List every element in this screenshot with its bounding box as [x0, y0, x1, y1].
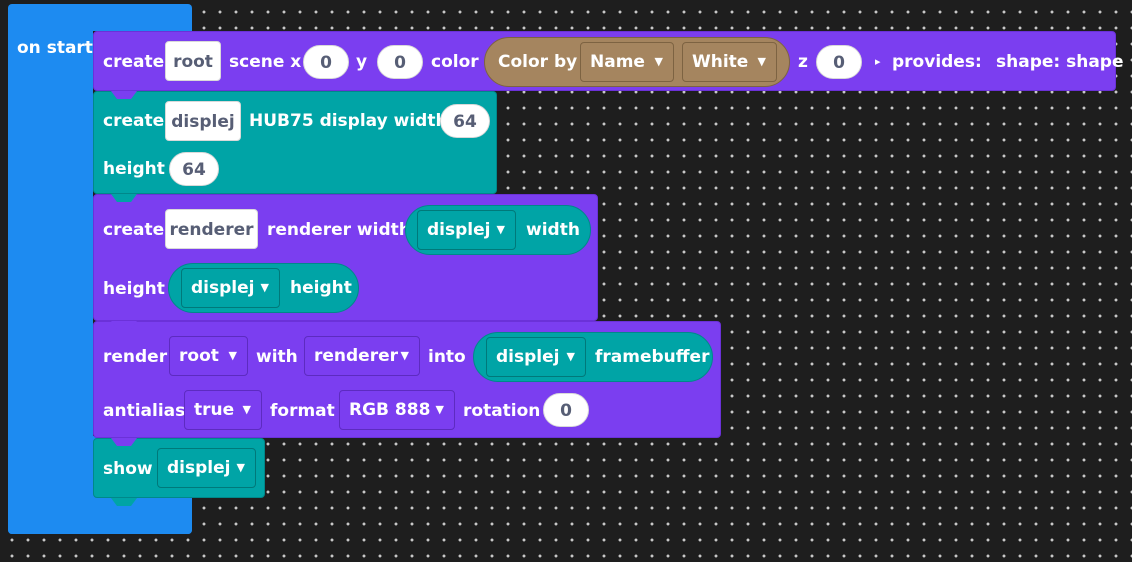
format-dropdown[interactable]: RGB 888 ▼: [339, 390, 455, 430]
z-input[interactable]: 0: [816, 45, 862, 79]
create-renderer-block[interactable]: create renderer renderer width displej ▼…: [93, 194, 598, 321]
framebuffer-property-label: framebuffer: [595, 347, 710, 367]
y-input[interactable]: 0: [377, 45, 423, 79]
show-label: show: [103, 459, 153, 479]
z-label: z: [798, 52, 808, 72]
framebuffer-reporter[interactable]: displej ▼ framebuffer: [473, 332, 713, 382]
antialias-value: true: [194, 400, 235, 420]
chevron-down-icon: ▼: [496, 223, 505, 236]
color-label: color: [431, 52, 479, 72]
create-display-block[interactable]: create displej HUB75 display width 64 he…: [93, 91, 497, 194]
hub75-width-label: HUB75 display width: [249, 111, 448, 131]
connector-notch-icon: [111, 91, 137, 99]
render-block[interactable]: render root ▼ with renderer ▼ into displ…: [93, 321, 721, 438]
rotation-label: rotation: [463, 401, 541, 421]
create-label: create: [103, 111, 165, 131]
create-scene-block[interactable]: create root scene x 0 y 0 color Color by…: [93, 31, 1124, 91]
display-width-reporter[interactable]: displej ▼ width: [405, 205, 591, 255]
display-height-input[interactable]: 64: [169, 152, 219, 186]
scene-dropdown[interactable]: root ▼: [169, 336, 248, 376]
color-value: White: [692, 52, 749, 72]
connector-notch-icon: [111, 321, 137, 329]
connector-notch-icon: [111, 438, 137, 446]
display-ref-dropdown[interactable]: displej ▼: [181, 268, 280, 308]
renderer-variable-name-field[interactable]: renderer: [165, 209, 258, 249]
display-ref-dropdown[interactable]: displej ▼: [486, 337, 586, 377]
color-by-reporter[interactable]: Color by Name ▼ White ▼: [484, 37, 790, 87]
scene-dropdown-value: root: [179, 346, 219, 366]
show-display-dropdown[interactable]: displej ▼: [157, 448, 256, 488]
color-name-value: Name: [590, 52, 645, 72]
chevron-down-icon: ▼: [654, 55, 663, 68]
color-value-dropdown[interactable]: White ▼: [682, 42, 777, 82]
height-property-label: height: [290, 278, 352, 298]
color-by-label: Color by: [498, 52, 578, 72]
format-value: RGB 888: [349, 400, 431, 420]
display-ref-value: displej: [427, 220, 491, 240]
width-property-label: width: [526, 220, 580, 240]
display-width-input[interactable]: 64: [440, 104, 490, 138]
display-variable-name-field[interactable]: displej: [165, 101, 241, 141]
scene-x-label: scene x: [229, 52, 302, 72]
provides-label: provides:: [892, 52, 982, 72]
render-label: render: [103, 347, 168, 367]
chevron-down-icon: ▼: [757, 55, 766, 68]
color-name-dropdown[interactable]: Name ▼: [580, 42, 674, 82]
scene-variable-name-field[interactable]: root: [165, 41, 221, 81]
renderer-dropdown-value: renderer: [314, 346, 399, 366]
display-ref-value: displej: [191, 278, 255, 298]
shape-provided-variable[interactable]: shape: shape: [996, 52, 1124, 72]
show-display-value: displej: [167, 458, 231, 478]
chevron-down-icon: ▼: [435, 403, 444, 416]
renderer-width-label: renderer width: [267, 220, 411, 240]
chevron-down-icon: ▼: [400, 349, 409, 362]
format-label: format: [270, 401, 335, 421]
antialias-dropdown[interactable]: true ▼: [184, 390, 262, 430]
display-ref-value: displej: [496, 347, 560, 367]
x-input[interactable]: 0: [303, 45, 349, 79]
connector-notch-icon: [111, 194, 137, 202]
with-label: with: [256, 347, 298, 367]
chevron-down-icon: ▼: [566, 350, 575, 363]
y-label: y: [356, 52, 368, 72]
height-label: height: [103, 279, 165, 299]
antialias-label: antialias: [103, 401, 186, 421]
chevron-down-icon: ▼: [236, 461, 245, 474]
show-block[interactable]: show displej ▼: [93, 438, 265, 498]
expand-arrow-icon[interactable]: ▸: [875, 52, 881, 72]
create-label: create: [103, 52, 165, 72]
into-label: into: [428, 347, 466, 367]
on-start-label: on start: [17, 38, 93, 58]
display-ref-dropdown[interactable]: displej ▼: [417, 210, 516, 250]
rotation-input[interactable]: 0: [543, 393, 589, 427]
chevron-down-icon: ▼: [242, 403, 251, 416]
renderer-dropdown[interactable]: renderer ▼: [304, 336, 420, 376]
chevron-down-icon: ▼: [228, 349, 237, 362]
create-label: create: [103, 220, 165, 240]
display-height-reporter[interactable]: displej ▼ height: [168, 263, 359, 313]
chevron-down-icon: ▼: [260, 281, 269, 294]
connector-notch-icon: [111, 498, 137, 506]
height-label: height: [103, 159, 165, 179]
event-block-bottom[interactable]: [8, 498, 192, 534]
